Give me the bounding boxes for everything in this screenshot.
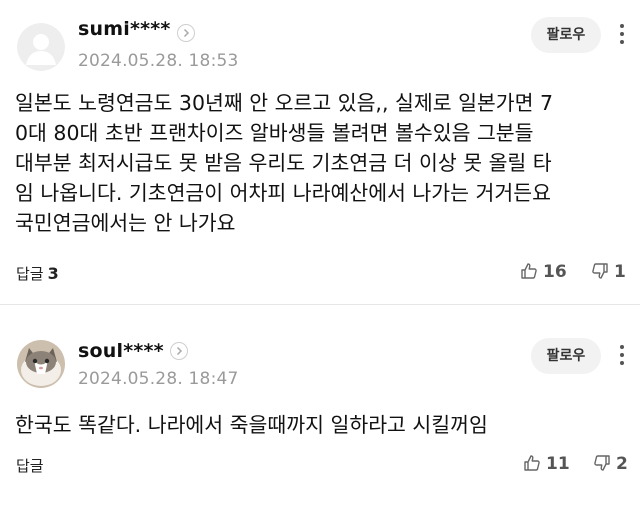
comment-body: 일본도 노령연금도 30년째 안 오르고 있음,, 실제로 일본가면 7 0대 … [15,88,625,238]
like-count: 16 [543,262,567,282]
thumbs-down-icon [594,455,610,471]
follow-button[interactable]: 팔로우 [531,338,601,374]
reply-button[interactable]: 답글 [16,455,44,476]
reply-label: 답글 [16,265,44,283]
reply-label: 답글 [16,457,44,475]
thumbs-up-icon [524,455,540,471]
comment-body: 한국도 똑같다. 나라에서 죽을때까지 일하라고 시킬꺼임 [15,410,625,440]
comment-date: 2024.05.28. 18:53 [78,51,239,71]
dislike-button[interactable]: 2 [592,453,628,474]
like-count: 11 [546,454,570,474]
avatar[interactable] [17,340,65,388]
comment-line: 대부분 최저시급도 못 받음 우리도 기초연금 더 이상 못 올릴 타 [15,151,552,175]
avatar[interactable] [17,23,65,71]
thumbs-down-icon [592,263,608,279]
comment-line: 한국도 똑같다. 나라에서 죽을때까지 일하라고 시킬꺼임 [15,413,488,437]
chevron-right-icon[interactable] [170,342,188,360]
reply-count: 3 [47,264,59,283]
dislike-count: 2 [616,454,628,474]
comment-date: 2024.05.28. 18:47 [78,369,239,389]
reply-button[interactable]: 답글 3 [16,263,59,284]
divider [0,304,640,305]
more-vertical-icon[interactable] [618,345,626,369]
dislike-count: 1 [614,262,626,282]
comment-line: 일본도 노령연금도 30년째 안 오르고 있음,, 실제로 일본가면 7 [15,91,554,115]
thumbs-up-icon [521,263,537,279]
comment-item: sumi**** 2024.05.28. 18:53 팔로우 일본도 노령연금도… [0,0,640,305]
comment-line: 0대 80대 초반 프랜차이즈 알바생들 볼려면 볼수있음 그분들 [15,121,534,145]
follow-button[interactable]: 팔로우 [531,17,601,53]
dislike-button[interactable]: 1 [590,261,626,282]
like-button[interactable]: 16 [519,261,567,282]
chevron-right-icon[interactable] [177,24,195,42]
comment-line: 국민연금에서는 안 나가요 [15,211,236,235]
more-vertical-icon[interactable] [618,24,626,48]
comment-line: 임 나옵니다. 기초연금이 어차피 나라예산에서 나가는 거거든요 [15,181,551,205]
comment-item: soul**** 2024.05.28. 18:47 팔로우 한국도 똑같다. … [0,318,640,518]
like-button[interactable]: 11 [522,453,570,474]
username[interactable]: sumi**** [78,18,171,40]
username[interactable]: soul**** [78,340,164,362]
